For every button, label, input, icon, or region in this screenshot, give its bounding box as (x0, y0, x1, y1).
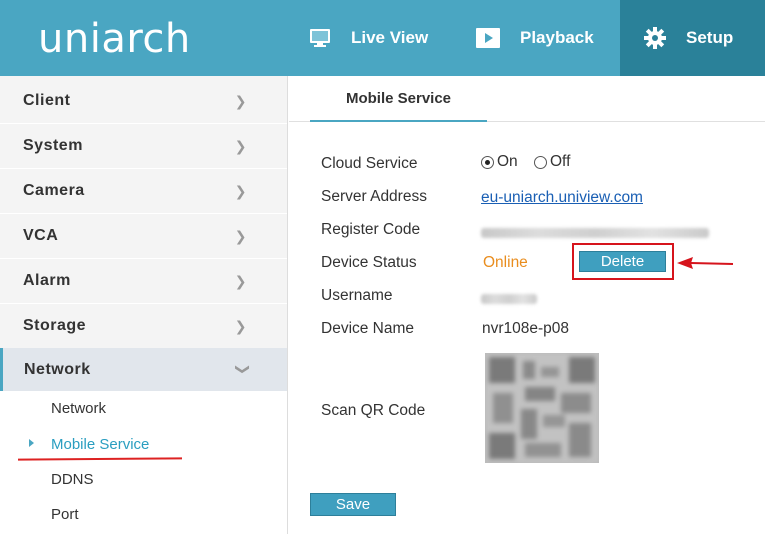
scan-qr-label: Scan QR Code (321, 402, 426, 419)
sidebar-item-vca[interactable]: VCA ❯ (0, 214, 287, 259)
subitem-label: Network (51, 400, 107, 417)
nav-live-view-label: Live View (351, 28, 429, 47)
device-name-value: nvr108e-p08 (482, 320, 570, 337)
cloud-on-radio[interactable]: On (481, 153, 518, 171)
sidebar-item-camera[interactable]: Camera ❯ (0, 169, 287, 214)
chevron-down-icon: ❯ (235, 363, 252, 376)
sidebar-item-label: VCA (23, 227, 59, 244)
tab-bar: Mobile Service (289, 76, 765, 122)
nav-setup[interactable]: Setup (620, 0, 765, 76)
sidebar: Client ❯ System ❯ Camera ❯ VCA ❯ Alarm ❯… (0, 76, 288, 534)
sidebar-item-alarm[interactable]: Alarm ❯ (0, 259, 287, 304)
sidebar-item-network[interactable]: Network ❯ (0, 348, 287, 393)
username-label: Username (321, 287, 393, 304)
gear-icon (644, 27, 666, 49)
sidebar-item-label: Alarm (23, 272, 71, 289)
delete-button[interactable]: Delete (579, 251, 666, 272)
qr-code-image-blurred (485, 353, 599, 463)
server-address-link[interactable]: eu-uniarch.uniview.com (481, 189, 643, 207)
blurred-text (481, 228, 709, 238)
subitem-network[interactable]: Network (0, 391, 287, 426)
chevron-right-icon: ❯ (234, 273, 247, 289)
device-status-label: Device Status (321, 254, 417, 271)
chevron-right-icon: ❯ (234, 183, 247, 199)
subitem-ddns[interactable]: DDNS (0, 462, 287, 497)
sidebar-item-client[interactable]: Client ❯ (0, 79, 287, 124)
top-header: uniarch Live View Playback Setup (0, 0, 765, 76)
username-value-blurred (481, 291, 537, 309)
cloud-service-label: Cloud Service (321, 155, 418, 172)
cloud-service-radios: On Off (481, 153, 570, 174)
nav-setup-label: Setup (686, 28, 734, 47)
blurred-text (481, 294, 537, 304)
register-code-label: Register Code (321, 221, 421, 238)
annotation-arrow-icon (677, 257, 734, 269)
chevron-right-icon: ❯ (234, 93, 247, 109)
sidebar-item-system[interactable]: System ❯ (0, 124, 287, 169)
sidebar-item-label: Storage (23, 317, 87, 334)
subitem-port[interactable]: Port (0, 497, 287, 532)
nav-playback-label: Playback (520, 28, 594, 47)
nav-playback[interactable]: Playback (476, 0, 594, 76)
chevron-right-icon: ❯ (234, 138, 247, 154)
sidebar-item-label: Client (23, 92, 71, 109)
cloud-off-radio[interactable]: Off (534, 153, 570, 171)
register-code-value-blurred (481, 225, 709, 243)
device-status-value: Online (483, 254, 528, 271)
radio-checked-icon (481, 155, 494, 169)
save-button[interactable]: Save (310, 493, 396, 516)
subitem-label: DDNS (51, 471, 94, 488)
uniarch-logo: uniarch (38, 16, 191, 62)
server-address-label: Server Address (321, 188, 427, 205)
monitor-icon (309, 28, 331, 48)
cloud-on-label: On (497, 153, 518, 170)
network-submenu: Network Mobile Service DDNS Port (0, 391, 287, 534)
radio-unchecked-icon (534, 155, 547, 169)
sidebar-item-label: System (23, 137, 83, 154)
nav-live-view[interactable]: Live View (309, 0, 428, 76)
sidebar-item-label: Network (24, 361, 91, 378)
cloud-off-label: Off (550, 153, 571, 170)
chevron-right-icon: ❯ (234, 318, 247, 334)
subitem-label: Mobile Service (51, 436, 150, 453)
sidebar-item-label: Camera (23, 182, 85, 199)
active-arrow-icon (29, 439, 34, 447)
device-name-label: Device Name (321, 320, 415, 337)
tab-mobile-service[interactable]: Mobile Service (310, 76, 487, 122)
chevron-right-icon: ❯ (234, 228, 247, 244)
play-icon (476, 28, 500, 48)
sidebar-item-storage[interactable]: Storage ❯ (0, 304, 287, 349)
subitem-label: Port (51, 506, 79, 523)
